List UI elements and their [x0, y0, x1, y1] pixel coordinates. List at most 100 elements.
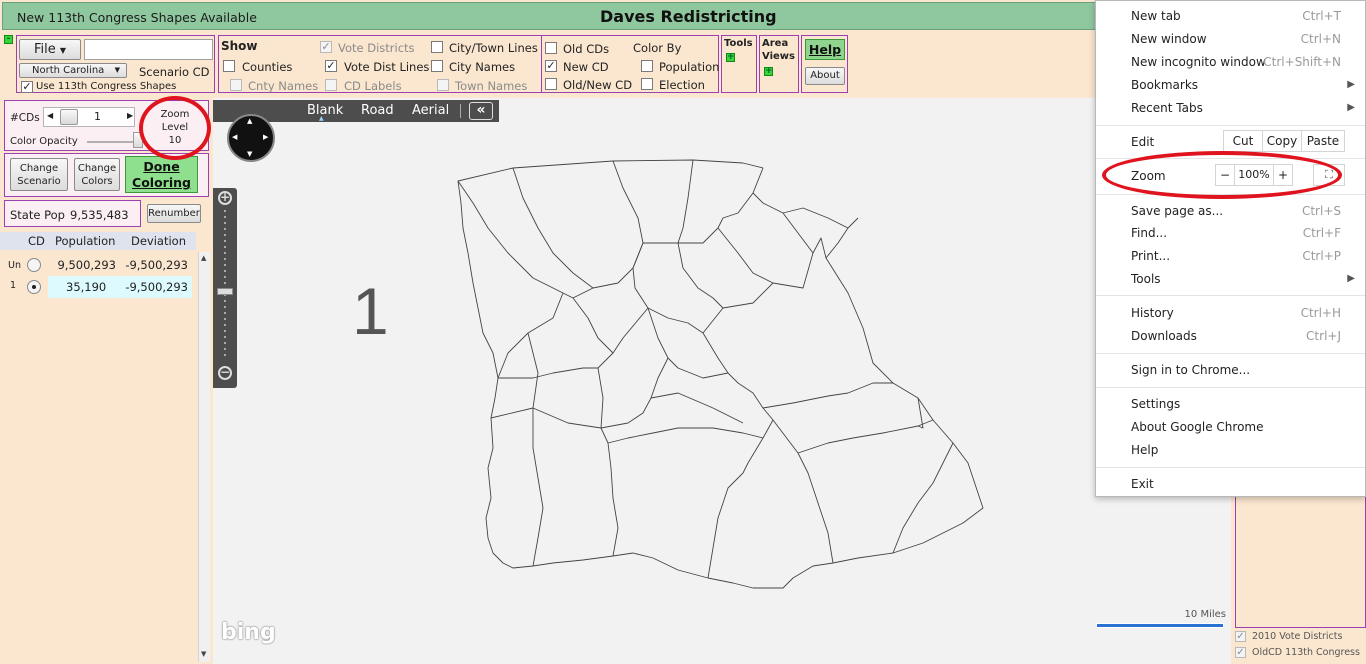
menu-separator [1096, 125, 1365, 126]
zoom-in-icon[interactable]: + [218, 191, 232, 205]
copy-button[interactable]: Copy [1262, 130, 1302, 152]
menu-help[interactable]: Help [1131, 443, 1158, 457]
menu-incognito[interactable]: New incognito window [1131, 55, 1266, 69]
scenario-name-input[interactable] [84, 39, 213, 60]
menu-downloads[interactable]: Downloads [1131, 329, 1197, 343]
row-radio[interactable] [27, 258, 41, 272]
menu-exit[interactable]: Exit [1131, 477, 1154, 491]
oldcd-113-label: OldCD 113th Congress [1252, 647, 1360, 658]
old-new-cd-checkbox[interactable] [545, 78, 557, 90]
scale-bar [1096, 623, 1224, 628]
table-row[interactable]: 1 35,190 -9,500,293 [0, 276, 196, 298]
counties-checkbox[interactable] [223, 60, 235, 72]
zoom-thumb[interactable] [217, 288, 233, 295]
change-scenario-line2: Scenario [17, 176, 61, 187]
arrow-right-icon[interactable]: ▶ [127, 111, 133, 120]
state-outline [457, 159, 984, 589]
vote-districts-checkbox[interactable]: ✓ [320, 41, 332, 53]
collapse-toolbar-button[interactable]: - [4, 35, 13, 44]
state-pop-box: State Pop 9,535,483 [4, 200, 141, 227]
scenario-label: Scenario CD [139, 65, 210, 79]
zoom-rail: + − [213, 188, 237, 388]
chrome-menu: New tab Ctrl+T New window Ctrl+N New inc… [1095, 0, 1366, 497]
pan-left-icon[interactable]: ◀ [232, 133, 237, 141]
help-panel: Help About [801, 35, 848, 93]
arrow-left-icon[interactable]: ◀ [47, 111, 53, 120]
menu-settings[interactable]: Settings [1131, 397, 1180, 411]
about-button[interactable]: About [805, 67, 845, 85]
change-colors-button[interactable]: Change Colors [74, 158, 120, 191]
renumber-button[interactable]: Renumber [147, 204, 201, 223]
paste-button[interactable]: Paste [1301, 130, 1345, 152]
annotation-ellipse [1102, 151, 1342, 199]
chevron-down-icon: ▼ [59, 46, 67, 55]
city-names-label: City Names [449, 60, 516, 74]
slider-thumb[interactable] [60, 109, 78, 125]
menu-tools[interactable]: Tools [1131, 272, 1161, 286]
new-cd-checkbox[interactable]: ✓ [545, 60, 557, 72]
menu-history[interactable]: History [1131, 306, 1174, 320]
old-cds-label: Old CDs [563, 42, 610, 56]
town-names-checkbox[interactable] [437, 79, 449, 91]
old-cds-checkbox[interactable] [545, 42, 557, 54]
menu-new-window[interactable]: New window [1131, 32, 1207, 46]
menu-bookmarks[interactable]: Bookmarks [1131, 78, 1198, 92]
scroll-up-icon[interactable]: ▲ [201, 254, 206, 262]
pan-down-icon[interactable]: ▼ [247, 150, 252, 158]
city-names-checkbox[interactable] [431, 60, 443, 72]
menu-save-page[interactable]: Save page as... [1131, 204, 1223, 218]
menu-recent-tabs[interactable]: Recent Tabs [1131, 101, 1203, 115]
state-select[interactable]: North Carolina ▼ [19, 63, 127, 78]
election-checkbox[interactable] [641, 78, 653, 90]
done-coloring-button[interactable]: Done Coloring [125, 156, 198, 193]
change-scenario-button[interactable]: Change Scenario [10, 158, 68, 191]
pan-right-icon[interactable]: ▶ [263, 133, 268, 141]
menu-new-tab[interactable]: New tab [1131, 9, 1181, 23]
menu-print[interactable]: Print... [1131, 249, 1170, 263]
menu-about-chrome[interactable]: About Google Chrome [1131, 420, 1264, 434]
row-highlight: 35,190 -9,500,293 [48, 276, 192, 298]
oldcd-113-checkbox[interactable]: ✓ [1235, 647, 1246, 658]
num-cds-slider[interactable]: ◀ 1 ▶ [43, 107, 135, 127]
tab-blank[interactable]: Blank [307, 103, 343, 118]
city-town-lines-checkbox[interactable] [431, 41, 443, 53]
file-menu-button[interactable]: File ▼ [19, 39, 81, 60]
zoom-track[interactable] [224, 210, 226, 360]
table-scrollbar[interactable]: ▲ ▼ [198, 252, 210, 662]
zoom-out-icon[interactable]: − [218, 366, 232, 380]
row-deviation: -9,500,293 [125, 280, 188, 294]
submenu-arrow-icon: ▶ [1347, 102, 1355, 113]
cnty-names-label: Cnty Names [248, 79, 319, 93]
pan-control[interactable]: ▲ ▼ ◀ ▶ [227, 114, 275, 162]
town-names-label: Town Names [455, 79, 528, 93]
area-views-panel: Area Views + [759, 35, 799, 93]
help-button[interactable]: Help [805, 39, 845, 60]
pan-up-icon[interactable]: ▲ [247, 117, 252, 125]
map-area[interactable]: Blank ▲ Road Aerial « ▲ ▼ ◀ ▶ + − 1 bing… [213, 98, 1231, 664]
row-radio[interactable] [27, 280, 41, 294]
tab-road[interactable]: Road [361, 103, 394, 118]
tab-aerial[interactable]: Aerial [412, 103, 449, 118]
file-panel: File ▼ North Carolina ▼ Scenario CD ✓ Use… [16, 35, 215, 93]
table-row[interactable]: Un 9,500,293 -9,500,293 [0, 254, 196, 276]
counties-label: Counties [242, 60, 293, 74]
cut-button[interactable]: Cut [1223, 130, 1263, 152]
scroll-down-icon[interactable]: ▼ [201, 650, 206, 658]
vote-dist-lines-checkbox[interactable]: ✓ [325, 60, 337, 72]
new-shapes-notice[interactable]: New 113th Congress Shapes Available [17, 10, 257, 25]
show-panel: Show Counties Cnty Names ✓ Vote District… [218, 35, 719, 93]
menu-find[interactable]: Find... [1131, 226, 1167, 240]
population-checkbox[interactable] [641, 60, 653, 72]
county-map[interactable] [453, 158, 993, 598]
vote-districts-2010-checkbox[interactable]: ✓ [1235, 631, 1246, 642]
submenu-arrow-icon: ▶ [1347, 273, 1355, 284]
scale-label: 10 Miles [1184, 609, 1226, 620]
vote-dist-lines-label: Vote Dist Lines [344, 60, 430, 74]
collapse-nav-button[interactable]: « [469, 102, 493, 120]
menu-sign-in[interactable]: Sign in to Chrome... [1131, 363, 1250, 377]
cnty-names-checkbox[interactable] [230, 79, 242, 91]
tools-expand-button[interactable]: + [726, 53, 735, 62]
cd-labels-checkbox[interactable] [325, 79, 337, 91]
area-views-expand-button[interactable]: + [764, 67, 773, 76]
use-113-checkbox[interactable]: ✓ [21, 81, 33, 93]
